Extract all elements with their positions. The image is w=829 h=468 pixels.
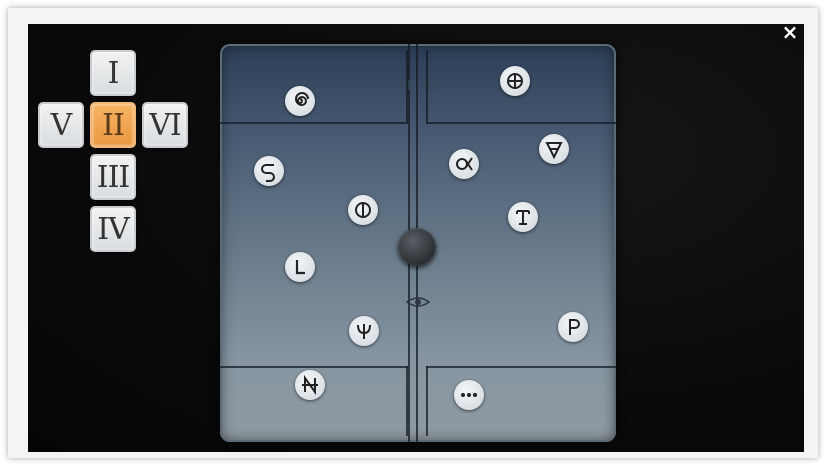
bottom-panel-edge-right [426, 366, 616, 368]
top-panel-edge-left [220, 122, 408, 124]
l-symbol[interactable] [285, 252, 315, 282]
close-button[interactable]: × [776, 18, 804, 46]
top-panel-edge-right [426, 122, 616, 124]
eye-icon [405, 297, 431, 307]
nav-tile-bottom[interactable]: IV [90, 206, 136, 252]
nav-tile-up[interactable]: I [90, 50, 136, 96]
nav-tile-current[interactable]: II [90, 102, 136, 148]
psi-symbol[interactable] [349, 316, 379, 346]
alpha-loop-symbol[interactable] [449, 149, 479, 179]
center-knob[interactable] [398, 228, 436, 266]
t-box-symbol[interactable] [508, 202, 538, 232]
inverted-a-symbol[interactable] [539, 134, 569, 164]
bottom-panel-side-right [426, 366, 428, 436]
bottom-panel-side-left [406, 366, 408, 436]
bottom-panel-edge-left [220, 366, 408, 368]
p-symbol[interactable] [558, 312, 588, 342]
nav-tile-right[interactable]: VI [142, 102, 188, 148]
s-hook-symbol[interactable] [254, 156, 284, 186]
spiral-symbol[interactable] [285, 86, 315, 116]
engraved-glyphs-icon [400, 80, 434, 90]
crossed-n-symbol[interactable] [295, 370, 325, 400]
nav-tile-down[interactable]: III [90, 154, 136, 200]
ellipsis-symbol[interactable] [454, 380, 484, 410]
circle-bar-symbol[interactable] [348, 195, 378, 225]
nav-tile-left[interactable]: V [38, 102, 84, 148]
circle-plus-symbol[interactable] [500, 66, 530, 96]
